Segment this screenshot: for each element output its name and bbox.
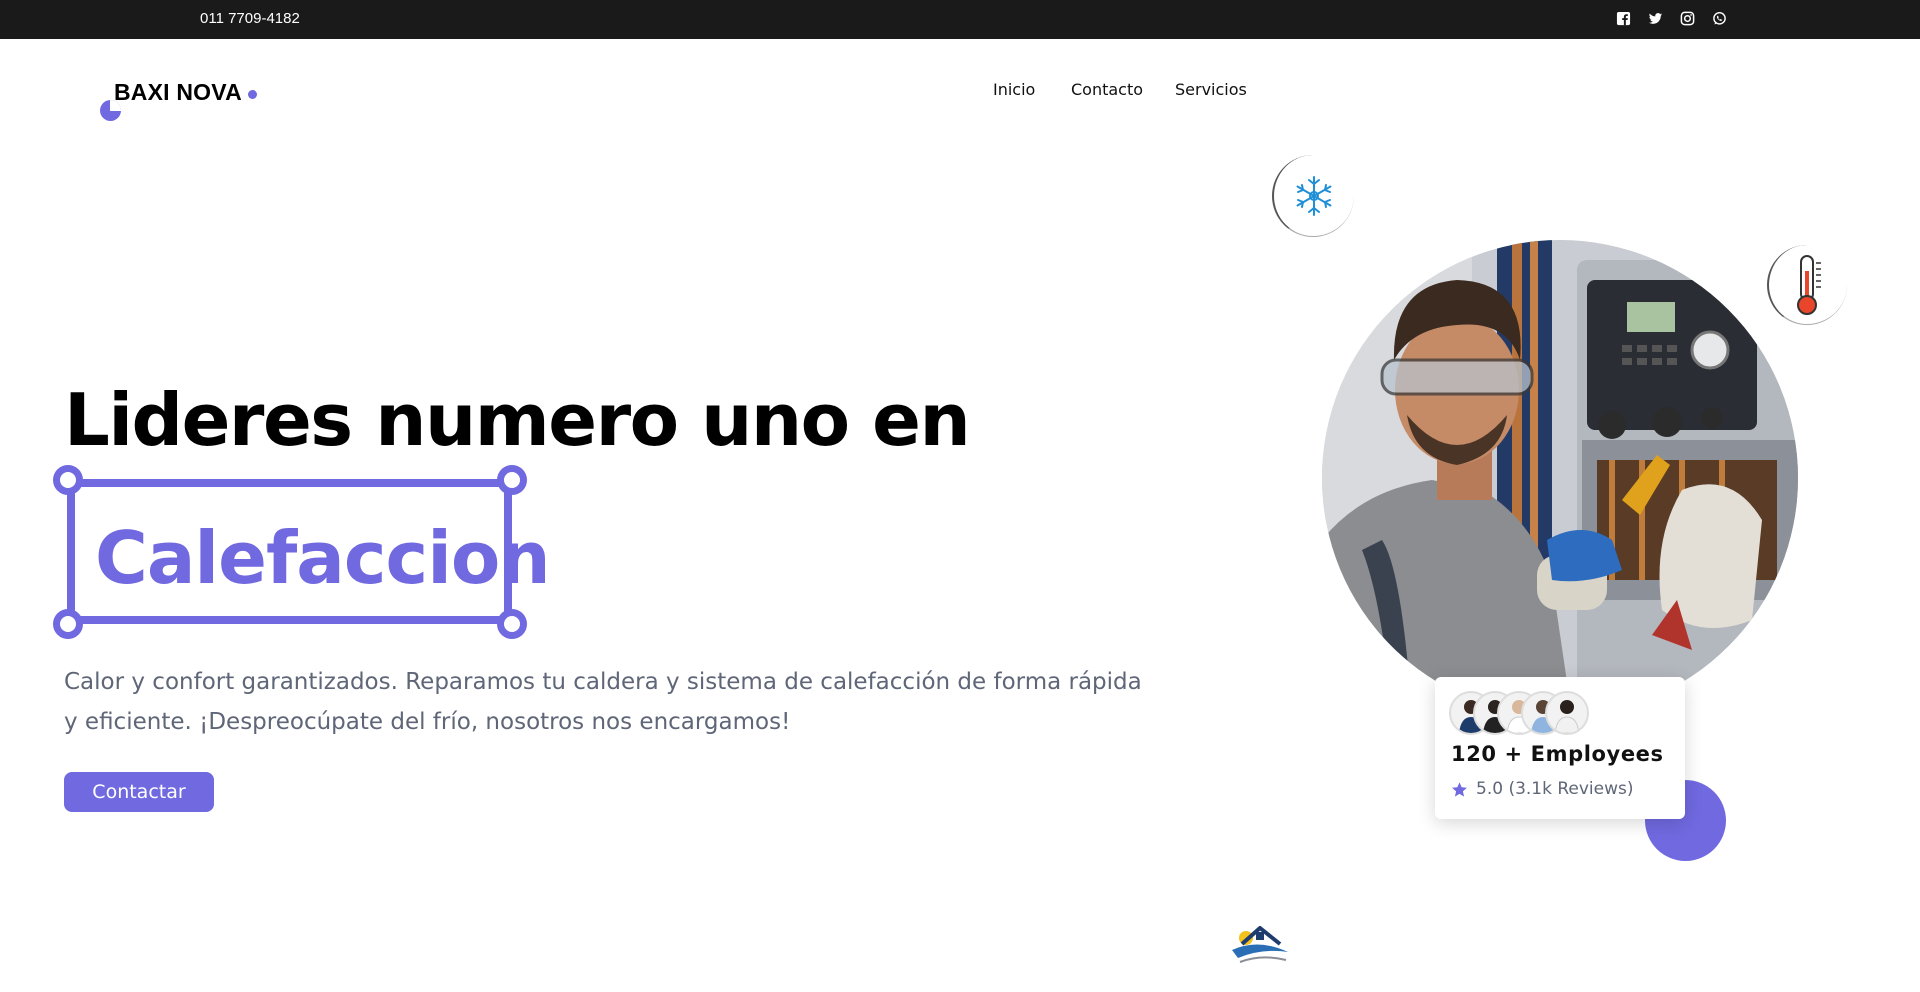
snowflake-badge xyxy=(1272,155,1354,237)
frame-handle-top-left xyxy=(53,465,83,495)
employees-count: 120 + Employees xyxy=(1451,742,1664,766)
rating-text: 5.0 (3.1k Reviews) xyxy=(1476,779,1634,799)
whatsapp-icon[interactable] xyxy=(1712,11,1727,26)
nav-item-inicio[interactable]: Inicio xyxy=(993,80,1035,99)
hero-title: Lideres numero uno en xyxy=(64,378,971,462)
hero-highlight-word: Calefaccion xyxy=(95,516,551,600)
nav-item-contacto[interactable]: Contacto xyxy=(1071,80,1143,99)
hero-description: Calor y confort garantizados. Reparamos … xyxy=(64,669,1142,735)
star-icon xyxy=(1452,781,1467,797)
instagram-icon[interactable] xyxy=(1680,11,1695,26)
twitter-icon[interactable] xyxy=(1648,11,1663,26)
facebook-icon[interactable] xyxy=(1616,11,1631,26)
phone-number[interactable]: 011 7709-4182 xyxy=(200,10,300,27)
house-logo-icon xyxy=(1228,918,1294,970)
thermometer-icon xyxy=(1797,254,1821,315)
rating-row: 5.0 (3.1k Reviews) xyxy=(1451,779,1634,799)
frame-handle-top-right xyxy=(497,465,527,495)
nav-item-servicios[interactable]: Servicios xyxy=(1175,80,1247,99)
top-bar: 011 7709-4182 xyxy=(0,0,1920,39)
brand-name: BAXI NOVA xyxy=(114,79,242,105)
snowflake-icon xyxy=(1296,175,1332,216)
frame-handle-bottom-left xyxy=(53,609,83,639)
thermometer-badge xyxy=(1767,245,1847,325)
avatar xyxy=(1545,691,1589,735)
frame-handle-bottom-right xyxy=(497,609,527,639)
logo-dot xyxy=(248,90,257,99)
contactar-button[interactable]: Contactar xyxy=(64,772,214,812)
technician-photo xyxy=(1322,240,1798,716)
brand-logo[interactable]: BAXI NOVA xyxy=(100,76,270,122)
employees-card: 120 + Employees 5.0 (3.1k Reviews) xyxy=(1435,677,1685,819)
